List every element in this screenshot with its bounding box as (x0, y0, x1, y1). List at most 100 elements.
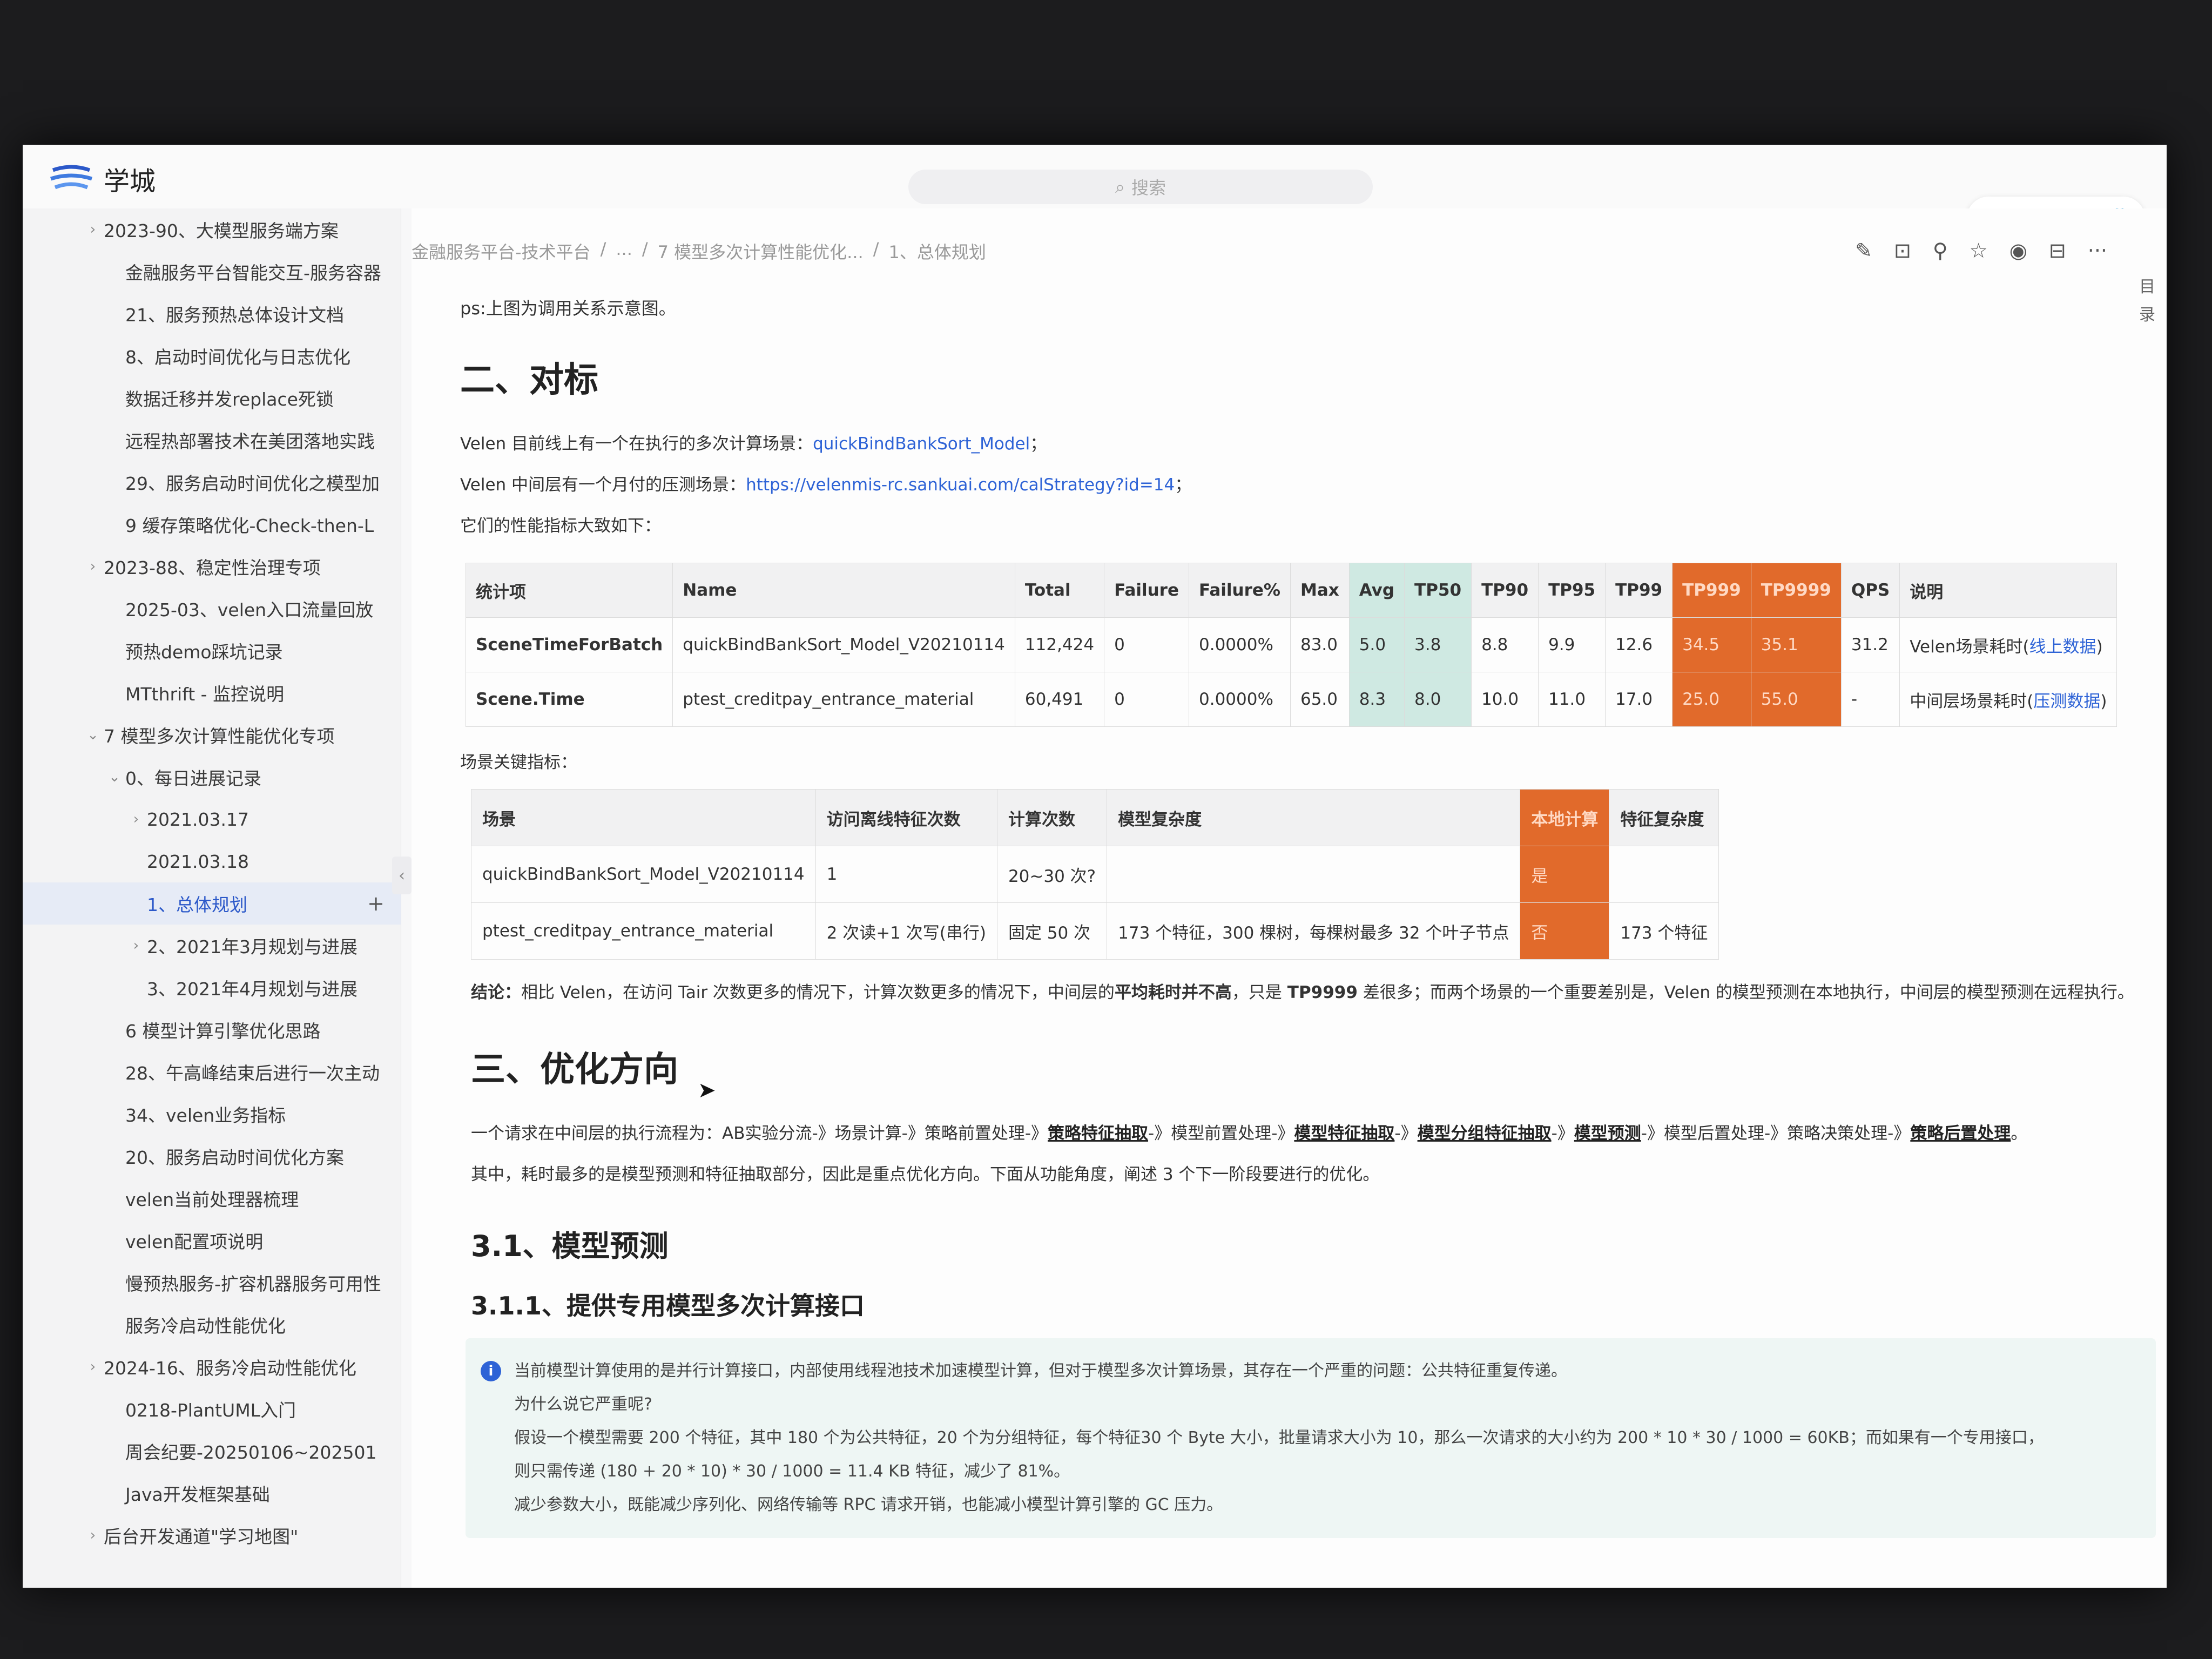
sidebar-tree-item[interactable]: 远程热部署技术在美团落地实践 (23, 419, 401, 461)
app-logo[interactable]: 学城 (50, 160, 156, 198)
sidebar-tree-item[interactable]: velen当前处理器梳理 (23, 1177, 401, 1219)
sidebar-tree-item[interactable]: 2021.03.18 (23, 840, 401, 882)
focus-line: 其中，耗时最多的是模型预测和特征抽取部分，因此是重点优化方向。下面从功能角度，阐… (471, 1165, 1380, 1184)
sidebar-tree-item[interactable]: 34、velen业务指标 (23, 1093, 401, 1135)
flow-step-link[interactable]: 模型预测 (1574, 1124, 1641, 1143)
perf-intro: 它们的性能指标大致如下： (460, 516, 661, 536)
sidebar-tree-item[interactable]: ⌄ 7 模型多次计算性能优化专项 (23, 714, 401, 756)
table-cell: 8.3 (1348, 672, 1405, 727)
velen-model-link[interactable]: quickBindBankSort_Model (813, 434, 1030, 454)
breadcrumb-item[interactable]: ... (616, 239, 632, 264)
sidebar-tree-item[interactable]: 8、启动时间优化与日志优化 (23, 335, 401, 377)
sidebar-tree-item[interactable]: 2025-03、velen入口流量回放 (23, 588, 401, 630)
flow-step-link[interactable]: 策略后置处理 (1910, 1124, 2011, 1143)
sidebar-item-label: 9 缓存策略优化-Check-then-L (125, 515, 374, 536)
sidebar-collapse-button[interactable]: ‹ (392, 857, 412, 894)
sidebar-tree-item[interactable]: 服务冷启动性能优化 (23, 1304, 401, 1346)
tree-caret-icon[interactable]: ⌄ (82, 727, 104, 743)
sidebar-tree-item[interactable]: 金融服务平台智能交互-服务容器 (23, 251, 401, 293)
laptop-screen: 学城 ⌕ 搜索 S 中 °, 👕 ›2023-90、大模型服务端方案金融服务平台… (23, 145, 2167, 1588)
sidebar-tree-item[interactable]: › 2021.03.17 (23, 798, 401, 840)
tree-caret-icon[interactable]: › (125, 811, 147, 827)
sidebar-tree-item[interactable]: 慢预热服务-扩容机器服务可用性 (23, 1262, 401, 1304)
kpi-title: 场景关键指标： (460, 753, 577, 772)
mouse-cursor-icon: ➤ (698, 1078, 716, 1103)
tree-caret-icon[interactable]: › (82, 1359, 104, 1375)
sidebar-tree-item[interactable]: 21、服务预热总体设计文档 (23, 293, 401, 335)
calstrategy-link[interactable]: https://velenmis-rc.sankuai.com/calStrat… (746, 475, 1175, 495)
tree-caret-icon[interactable]: ⌄ (104, 769, 125, 785)
sidebar-item-label: 20、服务启动时间优化方案 (125, 1147, 344, 1168)
text: ) (2096, 637, 2103, 657)
add-child-icon[interactable]: + (367, 892, 385, 915)
toc-toggle[interactable]: 目录 (2137, 273, 2157, 329)
sidebar-item-label: 2025-03、velen入口流量回放 (125, 599, 374, 621)
column-header: 统计项 (465, 563, 673, 618)
tree-caret-icon[interactable]: › (125, 938, 147, 954)
column-header: TP95 (1538, 563, 1606, 618)
sidebar-item-label: 远程热部署技术在美团落地实践 (125, 431, 375, 452)
sidebar-tree-item[interactable]: 3、2021年4月规划与进展 (23, 967, 401, 1009)
text: ； (1175, 475, 1192, 495)
sidebar-tree-item[interactable]: ⌄ 0、每日进展记录 (23, 756, 401, 798)
sidebar-tree-item[interactable]: › 2、2021年3月规划与进展 (23, 925, 401, 967)
sidebar-tree-item[interactable]: 数据迁移并发replace死锁 (23, 377, 401, 419)
main-content: 金融服务平台-技术平台 / ... / 7 模型多次计算性能优化... / 1、… (412, 208, 2167, 1588)
table-cell: 9.9 (1538, 617, 1606, 672)
more-icon[interactable]: ··· (2088, 239, 2107, 262)
flow-step-link[interactable]: 模型特征抽取 (1294, 1124, 1394, 1143)
flow-step-link[interactable]: 模型分组特征抽取 (1418, 1124, 1552, 1143)
sidebar-tree-item[interactable]: › 后台开发通道"学习地图" (23, 1514, 401, 1556)
data-source-link[interactable]: 压测数据 (2033, 692, 2100, 711)
sidebar-tree-item[interactable]: › 2024-16、服务冷启动性能优化 (23, 1346, 401, 1388)
table-cell: 5.0 (1348, 617, 1405, 672)
column-header: 模型复杂度 (1107, 789, 1521, 846)
search-box[interactable]: ⌕ 搜索 (908, 170, 1373, 204)
breadcrumb-item[interactable]: 金融服务平台-技术平台 (412, 239, 591, 264)
table-cell: 35.1 (1750, 617, 1842, 672)
table-cell: 173 个特征 (1609, 902, 1719, 960)
text: -》 (1551, 1124, 1574, 1143)
sidebar-item-label: 2023-88、稳定性治理专项 (104, 557, 321, 578)
table-body: SceneTimeForBatch quickBindBankSort_Model… (465, 617, 2117, 727)
sidebar-tree-item[interactable]: MTthrift - 监控说明 (23, 672, 401, 714)
tree-caret-icon[interactable]: › (82, 221, 104, 238)
table-cell: ptest_creditpay_entrance_material (672, 672, 1015, 727)
sidebar-item-label: 慢预热服务-扩容机器服务可用性 (125, 1273, 381, 1294)
watch-icon[interactable]: ◉ (2009, 239, 2027, 262)
tree-caret-icon[interactable]: › (82, 558, 104, 575)
sidebar-tree-item[interactable]: 29、服务启动时间优化之模型加 (23, 461, 401, 503)
star-icon[interactable]: ☆ (1970, 239, 1988, 262)
sidebar-tree-item[interactable]: 1、总体规划 + (23, 882, 401, 925)
pin-icon[interactable]: ⚲ (1933, 239, 1948, 262)
sidebar-tree-item[interactable]: 周会纪要-20250106~202501 (23, 1430, 401, 1472)
sidebar-tree-item[interactable]: › 2023-88、稳定性治理专项 (23, 545, 401, 588)
sidebar-tree-item[interactable]: 6 模型计算引擎优化思路 (23, 1009, 401, 1051)
sidebar-tree-item[interactable]: 20、服务启动时间优化方案 (23, 1135, 401, 1177)
edit-icon[interactable]: ✎ (1855, 239, 1872, 262)
data-source-link[interactable]: 线上数据 (2029, 637, 2096, 657)
present-icon[interactable]: ⊡ (1894, 239, 1911, 262)
column-header: TP99 (1605, 563, 1673, 618)
lock-icon[interactable]: ⊟ (2049, 239, 2066, 262)
text: 一个请求在中间层的执行流程为：AB实验分流-》场景计算-》策略前置处理-》 (471, 1124, 1048, 1143)
sidebar-tree-item[interactable]: › 2023-90、大模型服务端方案 (23, 208, 401, 251)
sidebar-tree-item[interactable]: 9 缓存策略优化-Check-then-L (23, 503, 401, 545)
sidebar-tree-item[interactable]: 预热demo踩坑记录 (23, 630, 401, 672)
tree-caret-icon[interactable]: › (82, 1527, 104, 1543)
sidebar-item-label: 8、启动时间优化与日志优化 (125, 347, 350, 368)
sidebar-tree-item[interactable]: 0218-PlantUML入门 (23, 1388, 401, 1430)
table-cell: 0 (1104, 617, 1189, 672)
column-header: Name (672, 563, 1015, 618)
flow-step-link[interactable]: 策略特征抽取 (1048, 1124, 1148, 1143)
sidebar-tree-item[interactable]: Java开发框架基础 (23, 1472, 401, 1514)
table-cell: 8.0 (1404, 672, 1472, 727)
sidebar-tree-item[interactable]: velen配置项说明 (23, 1219, 401, 1262)
table-cell: 0 (1104, 672, 1189, 727)
breadcrumb-item[interactable]: 7 模型多次计算性能优化... (658, 239, 864, 264)
flow-line: 一个请求在中间层的执行流程为：AB实验分流-》场景计算-》策略前置处理-》策略特… (471, 1113, 2134, 1154)
document-body: ps:上图为调用关系示意图。 二、对标 Velen 目前线上有一个在执行的多次计… (460, 295, 2156, 1538)
search-placeholder: 搜索 (1131, 178, 1166, 198)
text: Velen 目前线上有一个在执行的多次计算场景： (460, 434, 813, 454)
sidebar-tree-item[interactable]: 28、午高峰结束后进行一次主动 (23, 1051, 401, 1093)
